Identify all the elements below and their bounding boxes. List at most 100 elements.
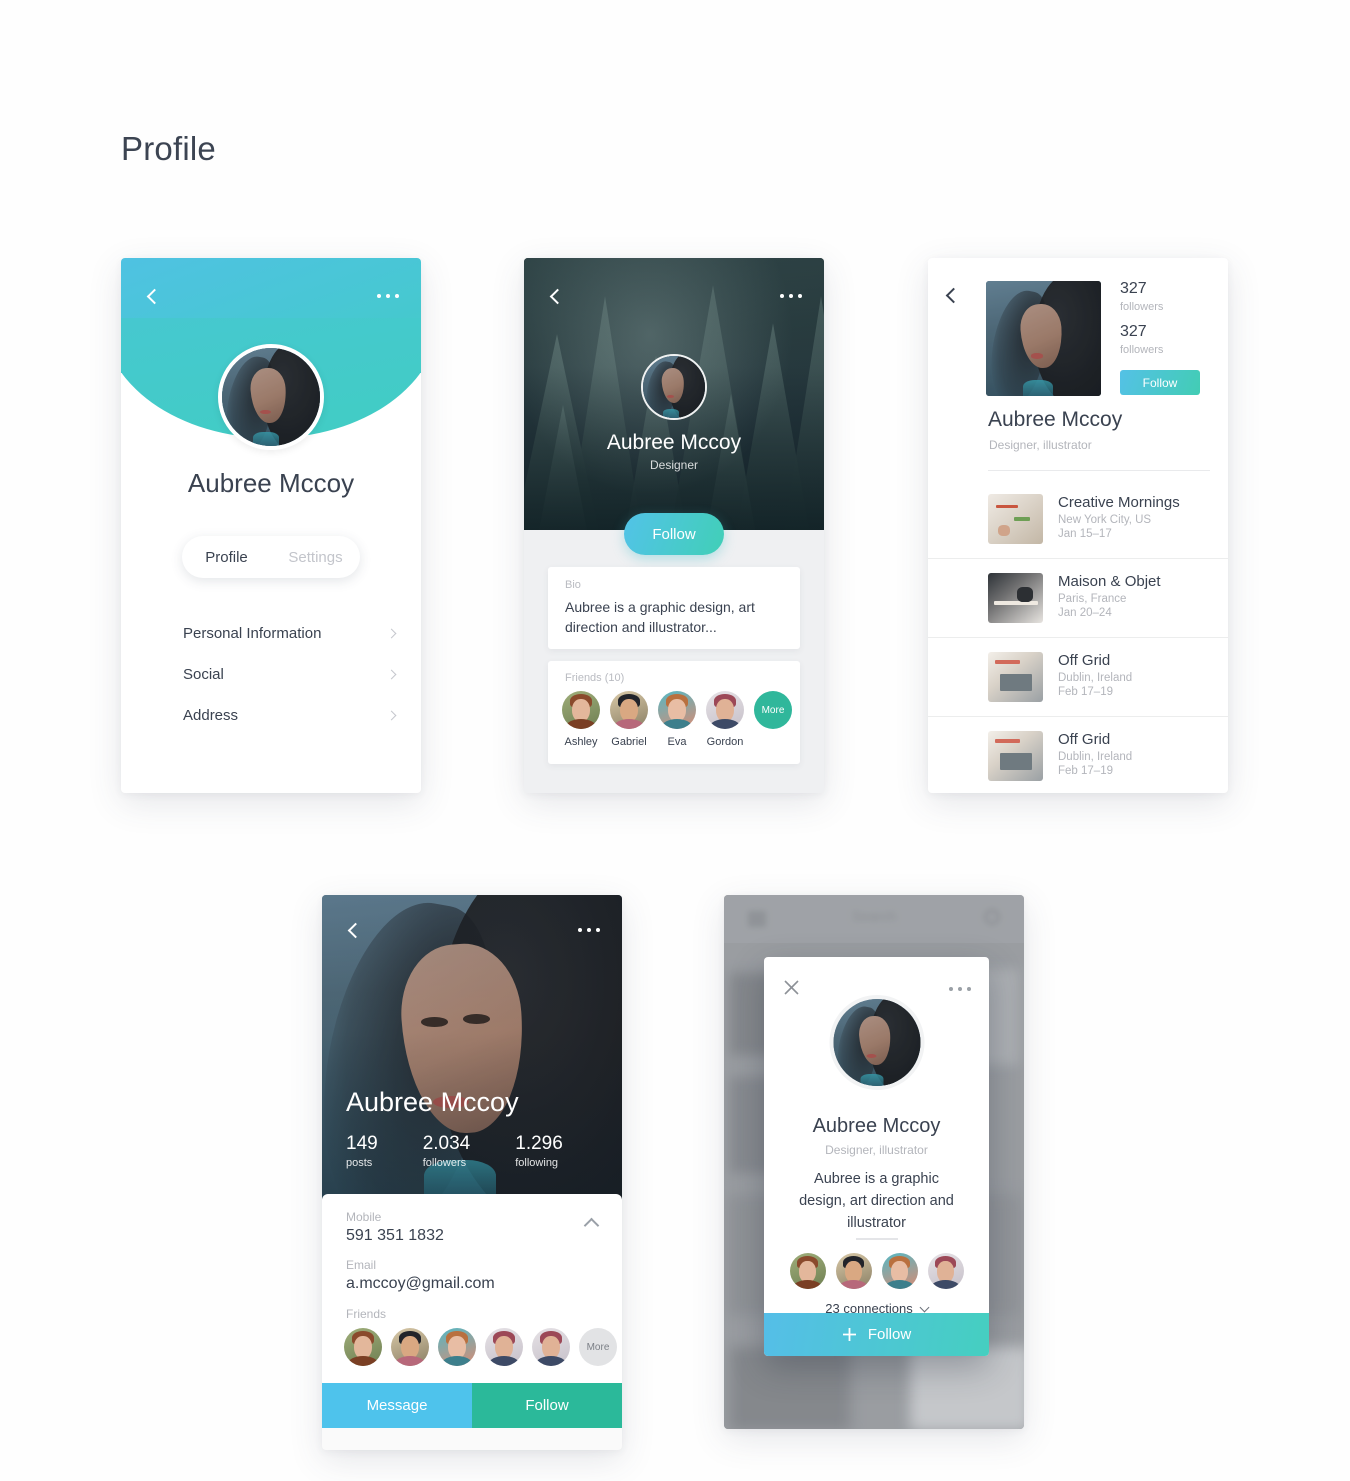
chevron-right-icon — [386, 628, 397, 639]
event-row[interactable]: Maison & Objet Paris, France Jan 20–24 — [928, 559, 1228, 638]
message-button-label: Message — [366, 1397, 428, 1414]
friend-name: Gordon — [706, 736, 744, 748]
friends-more-button[interactable]: More — [754, 691, 792, 729]
stat-value: 1.296 — [515, 1133, 563, 1154]
stat-followers-2: 327 followers — [1120, 323, 1163, 356]
profile-showcase-page: Profile Aubree Mccoy Profile Settings Pe… — [0, 0, 1350, 1481]
stat-label: followers — [422, 1157, 467, 1169]
profile-photo[interactable] — [986, 281, 1101, 396]
bio-text: Aubree is a graphic design, art directio… — [565, 599, 755, 635]
back-button[interactable] — [141, 283, 167, 309]
menu-item-label: Address — [183, 707, 239, 724]
more-options-button[interactable] — [574, 920, 604, 940]
event-row[interactable]: Creative Mornings New York City, US Jan … — [928, 480, 1228, 559]
more-horizontal-icon — [780, 294, 802, 298]
more-options-button[interactable] — [945, 981, 975, 997]
stat-label: followers — [1120, 301, 1164, 313]
menu-item-personal-information[interactable]: Personal Information — [121, 613, 421, 654]
profile-role: Designer — [649, 458, 699, 472]
profile-avatar[interactable] — [641, 354, 707, 420]
profile-name: Aubree Mccoy — [812, 1115, 941, 1137]
connection-avatar[interactable] — [927, 1253, 964, 1289]
stat-following: 1.296 following — [515, 1133, 563, 1169]
friend-avatar[interactable] — [485, 1328, 523, 1366]
close-icon — [783, 979, 799, 995]
stat-posts: 149 posts — [346, 1133, 378, 1169]
follow-button[interactable]: Follow — [1120, 370, 1200, 395]
follow-button[interactable]: Follow — [472, 1383, 622, 1428]
friend-avatar[interactable] — [438, 1328, 476, 1366]
profile-name: Aubree Mccoy — [606, 431, 742, 454]
friend-item[interactable]: Gabriel — [610, 691, 648, 748]
profile-name: Aubree Mccoy — [346, 1087, 519, 1117]
more-options-button[interactable] — [373, 286, 403, 306]
friend-item[interactable]: Eva — [658, 691, 696, 748]
friend-item[interactable]: Ashley — [562, 691, 600, 748]
friends-avatar-row: Ashley Gabriel Eva Gordon More — [562, 691, 792, 748]
friend-avatar[interactable] — [391, 1328, 429, 1366]
connection-avatar[interactable] — [881, 1253, 918, 1289]
menu-item-label: Personal Information — [183, 625, 322, 642]
profile-stats: 149 posts 2.034 followers 1.296 followin… — [346, 1133, 563, 1169]
mobile-label: Mobile — [346, 1210, 382, 1224]
follow-button-label: Follow — [1142, 375, 1178, 390]
more-options-button[interactable] — [776, 286, 806, 306]
plus-icon — [842, 1328, 856, 1341]
menu-item-label: Social — [183, 666, 224, 683]
follow-button-label: Follow — [652, 525, 696, 543]
back-button[interactable] — [544, 283, 570, 309]
email-value: a.mccoy@gmail.com — [346, 1275, 495, 1292]
stat-followers-1: 327 followers — [1120, 280, 1163, 313]
event-thumbnail — [988, 494, 1043, 544]
profile-settings-tabs: Profile Settings — [182, 536, 360, 578]
event-place: Dublin, Ireland — [1058, 672, 1133, 684]
profile-card-events: 327 followers 327 followers Follow Aubre… — [928, 258, 1228, 793]
event-date: Jan 20–24 — [1058, 607, 1112, 619]
tab-profile[interactable]: Profile — [182, 549, 271, 566]
chevron-right-icon — [386, 669, 397, 680]
event-title: Off Grid — [1058, 731, 1111, 748]
profile-card-menu: Aubree Mccoy Profile Settings Personal I… — [121, 258, 421, 793]
back-button[interactable] — [940, 282, 966, 308]
close-button[interactable] — [780, 976, 802, 998]
tab-settings-label: Settings — [288, 548, 343, 566]
stat-value: 327 — [1120, 323, 1147, 340]
event-row[interactable]: Off Grid Dublin, Ireland Feb 17–19 — [928, 638, 1228, 717]
follow-button[interactable]: Follow — [764, 1313, 989, 1356]
collapse-button[interactable] — [580, 1212, 602, 1234]
friends-more-button[interactable]: More — [579, 1328, 617, 1366]
divider — [988, 470, 1210, 471]
connection-avatar[interactable] — [789, 1253, 826, 1289]
tab-settings[interactable]: Settings — [271, 549, 360, 566]
follow-button[interactable]: Follow — [624, 513, 724, 555]
friend-avatar[interactable] — [344, 1328, 382, 1366]
profile-name: Aubree Mccoy — [988, 408, 1123, 431]
more-horizontal-icon — [949, 987, 971, 991]
event-thumbnail — [988, 731, 1043, 781]
email-label: Email — [346, 1258, 377, 1272]
more-horizontal-icon — [578, 928, 600, 932]
connection-avatar[interactable] — [835, 1253, 872, 1289]
menu-item-address[interactable]: Address — [121, 695, 421, 736]
friends-label: Friends (10) — [565, 672, 625, 684]
friend-avatar — [562, 691, 600, 729]
chevron-left-icon — [549, 288, 565, 304]
profile-avatar[interactable] — [829, 995, 924, 1090]
message-button[interactable]: Message — [322, 1383, 472, 1428]
event-row[interactable]: Off Grid Dublin, Ireland Feb 17–19 — [928, 717, 1228, 793]
profile-role: Designer, illustrator — [825, 1143, 928, 1157]
profile-card-modal-screen: Search Aubree Mccoy Designer, illustrato… — [724, 895, 1024, 1429]
friend-avatar — [658, 691, 696, 729]
friends-more-label: More — [761, 704, 785, 716]
friend-avatar[interactable] — [532, 1328, 570, 1366]
divider — [855, 1238, 898, 1240]
stat-label: followers — [1120, 344, 1164, 356]
friend-avatar — [610, 691, 648, 729]
profile-avatar[interactable] — [218, 344, 324, 450]
menu-item-social[interactable]: Social — [121, 654, 421, 695]
friends-panel: Friends (10) Ashley Gabriel Eva Gordon M… — [548, 661, 800, 764]
bio-panel: Bio Aubree is a graphic design, art dire… — [548, 567, 800, 649]
back-button[interactable] — [342, 917, 368, 943]
profile-card-bio: Aubree Mccoy Designer Follow Bio Aubree … — [524, 258, 824, 793]
friend-item[interactable]: Gordon — [706, 691, 744, 748]
